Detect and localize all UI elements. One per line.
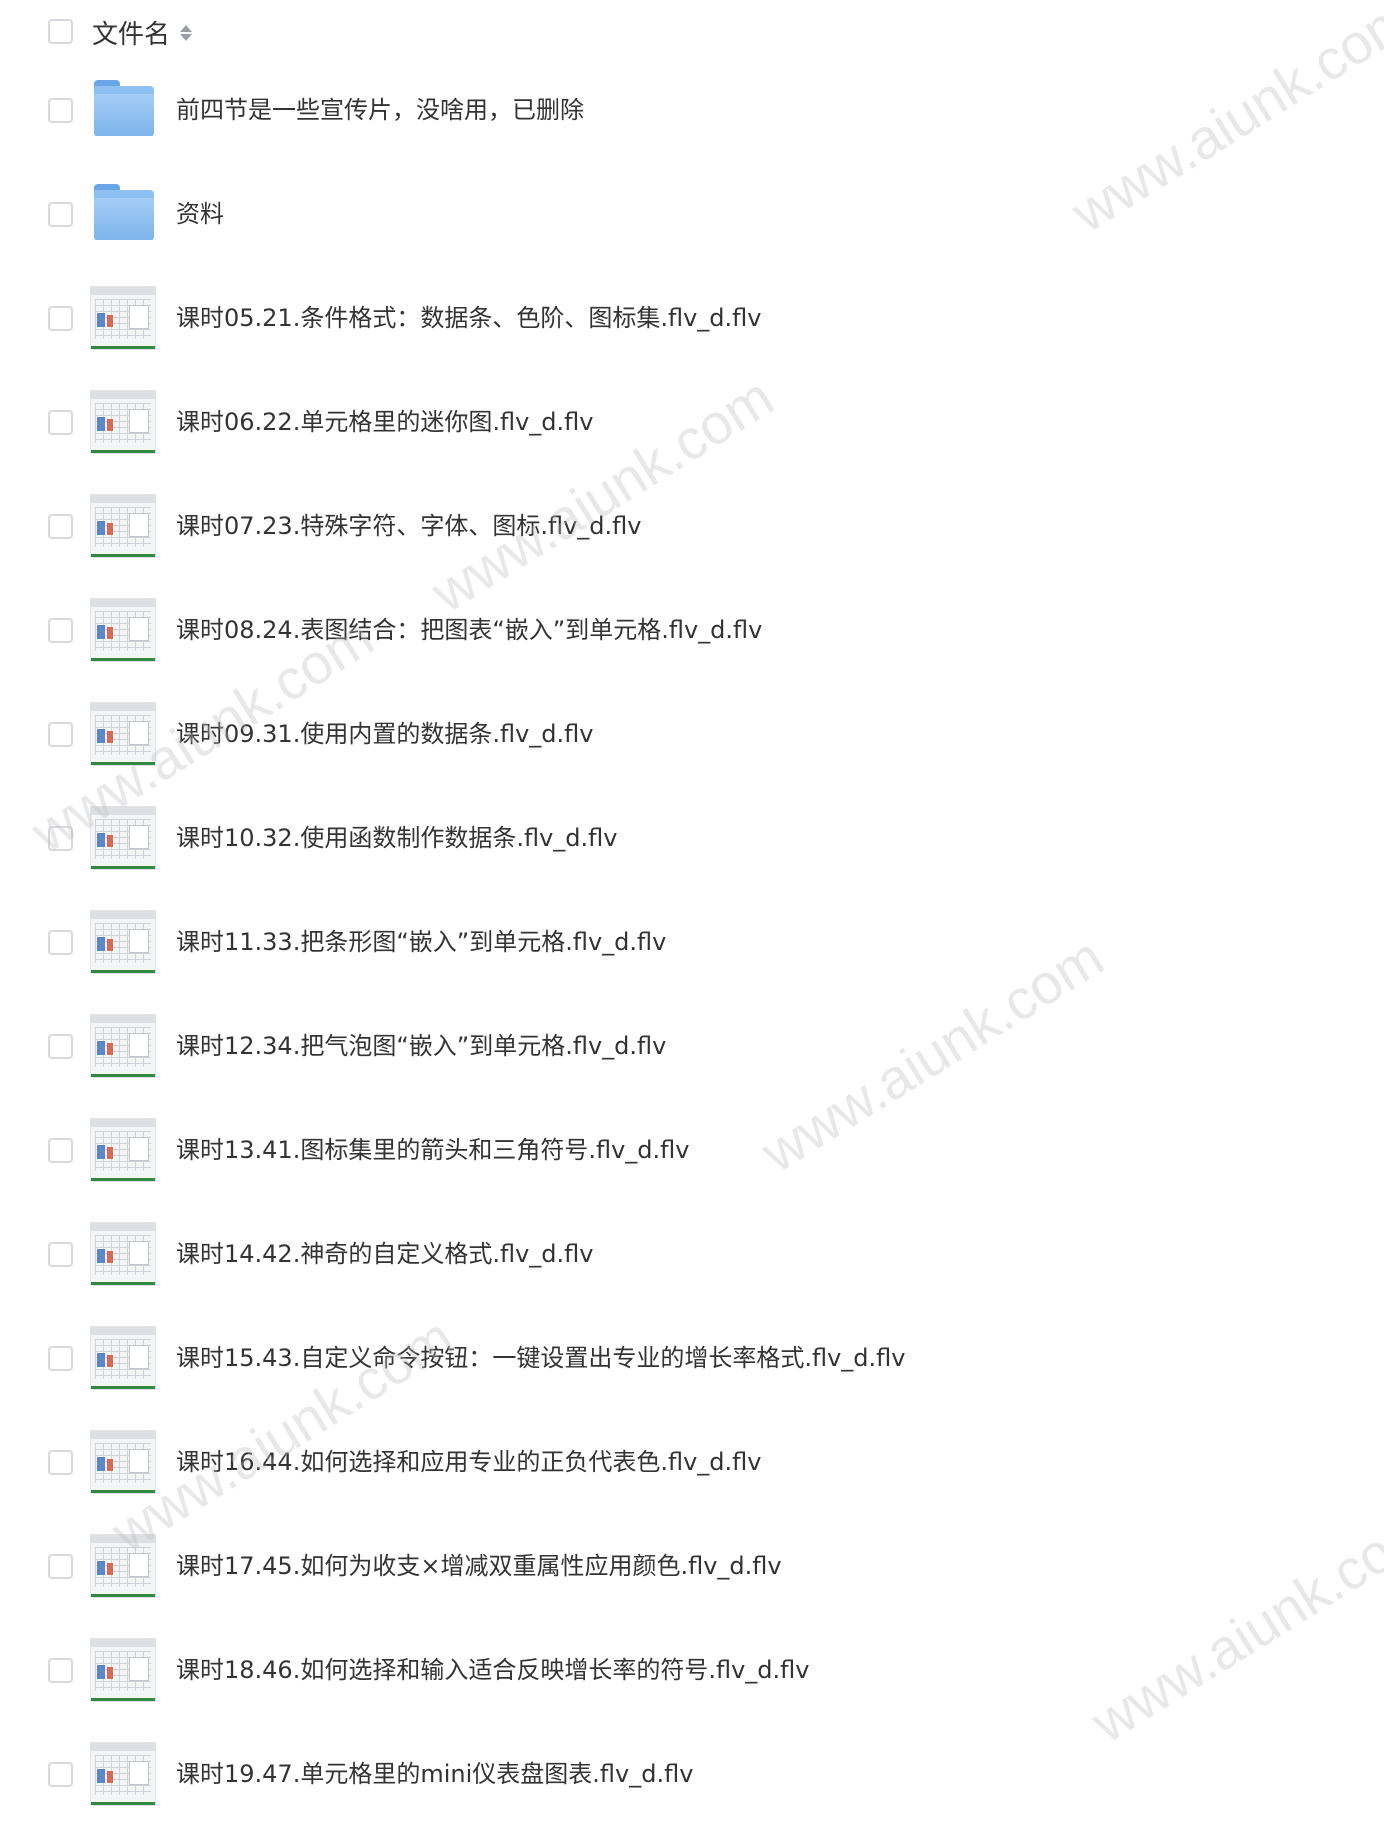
file-row[interactable]: 课时18.46.如何选择和输入适合反映增长率的符号.flv_d.flv [0,1618,1384,1722]
folder-icon [94,184,154,240]
filename-column-label: 文件名 [92,20,171,50]
file-name[interactable]: 课时09.31.使用内置的数据条.flv_d.flv [176,718,593,750]
file-name[interactable]: 课时18.46.如何选择和输入适合反映增长率的符号.flv_d.flv [176,1654,809,1686]
video-thumbnail-icon [90,910,156,974]
filename-column-header[interactable]: 文件名 [92,14,193,51]
file-name[interactable]: 前四节是一些宣传片，没啥用，已删除 [176,94,584,126]
row-checkbox[interactable] [48,202,73,227]
sort-icon[interactable] [180,24,193,41]
file-row[interactable]: 课时06.22.单元格里的迷你图.flv_d.flv [0,370,1384,474]
video-thumbnail-icon [90,806,156,870]
file-name[interactable]: 课时06.22.单元格里的迷你图.flv_d.flv [176,406,593,438]
file-row[interactable]: 课时08.24.表图结合：把图表“嵌入”到单元格.flv_d.flv [0,578,1384,682]
row-checkbox[interactable] [48,306,73,331]
file-row[interactable]: 课时05.21.条件格式：数据条、色阶、图标集.flv_d.flv [0,266,1384,370]
video-thumbnail-icon [90,286,156,350]
file-row[interactable]: 课时16.44.如何选择和应用专业的正负代表色.flv_d.flv [0,1410,1384,1514]
row-checkbox[interactable] [48,514,73,539]
video-thumbnail-icon [90,702,156,766]
file-row[interactable]: 课时07.23.特殊字符、字体、图标.flv_d.flv [0,474,1384,578]
video-thumbnail-icon [90,1326,156,1390]
row-checkbox[interactable] [48,722,73,747]
file-row[interactable]: 课时19.47.单元格里的mini仪表盘图表.flv_d.flv [0,1722,1384,1826]
file-name[interactable]: 课时16.44.如何选择和应用专业的正负代表色.flv_d.flv [176,1446,761,1478]
video-thumbnail-icon [90,1742,156,1806]
video-thumbnail-icon [90,1638,156,1702]
file-name[interactable]: 资料 [176,198,224,230]
row-checkbox[interactable] [48,826,73,851]
file-row[interactable]: 课时12.34.把气泡图“嵌入”到单元格.flv_d.flv [0,994,1384,1098]
row-checkbox[interactable] [48,618,73,643]
file-row[interactable]: 课时10.32.使用函数制作数据条.flv_d.flv [0,786,1384,890]
row-checkbox[interactable] [48,410,73,435]
file-row[interactable]: 课时09.31.使用内置的数据条.flv_d.flv [0,682,1384,786]
video-thumbnail-icon [90,390,156,454]
row-checkbox[interactable] [48,1450,73,1475]
row-checkbox[interactable] [48,1346,73,1371]
file-row[interactable]: 课时15.43.自定义命令按钮：一键设置出专业的增长率格式.flv_d.flv [0,1306,1384,1410]
file-row[interactable]: 课时13.41.图标集里的箭头和三角符号.flv_d.flv [0,1098,1384,1202]
row-checkbox[interactable] [48,98,73,123]
video-thumbnail-icon [90,1222,156,1286]
file-row[interactable]: 课时17.45.如何为收支×增减双重属性应用颜色.flv_d.flv [0,1514,1384,1618]
video-thumbnail-icon [90,1430,156,1494]
row-checkbox[interactable] [48,1554,73,1579]
file-name[interactable]: 课时10.32.使用函数制作数据条.flv_d.flv [176,822,617,854]
row-checkbox[interactable] [48,1034,73,1059]
video-thumbnail-icon [90,1534,156,1598]
file-name[interactable]: 课时14.42.神奇的自定义格式.flv_d.flv [176,1238,593,1270]
select-all-checkbox[interactable] [48,19,73,44]
row-checkbox[interactable] [48,1658,73,1683]
file-name[interactable]: 课时15.43.自定义命令按钮：一键设置出专业的增长率格式.flv_d.flv [176,1342,905,1374]
file-row[interactable]: 课时14.42.神奇的自定义格式.flv_d.flv [0,1202,1384,1306]
file-row[interactable]: 前四节是一些宣传片，没啥用，已删除 [0,58,1384,162]
file-name[interactable]: 课时07.23.特殊字符、字体、图标.flv_d.flv [176,510,641,542]
video-thumbnail-icon [90,1118,156,1182]
file-row[interactable]: 资料 [0,162,1384,266]
video-thumbnail-icon [90,1014,156,1078]
video-thumbnail-icon [90,494,156,558]
file-name[interactable]: 课时12.34.把气泡图“嵌入”到单元格.flv_d.flv [176,1030,666,1062]
file-name[interactable]: 课时13.41.图标集里的箭头和三角符号.flv_d.flv [176,1134,689,1166]
file-row[interactable]: 课时11.33.把条形图“嵌入”到单元格.flv_d.flv [0,890,1384,994]
video-thumbnail-icon [90,598,156,662]
row-checkbox[interactable] [48,1242,73,1267]
file-name[interactable]: 课时11.33.把条形图“嵌入”到单元格.flv_d.flv [176,926,666,958]
file-name[interactable]: 课时19.47.单元格里的mini仪表盘图表.flv_d.flv [176,1758,693,1790]
file-name[interactable]: 课时05.21.条件格式：数据条、色阶、图标集.flv_d.flv [176,302,761,334]
row-checkbox[interactable] [48,1762,73,1787]
file-name[interactable]: 课时08.24.表图结合：把图表“嵌入”到单元格.flv_d.flv [176,614,762,646]
row-checkbox[interactable] [48,1138,73,1163]
row-checkbox[interactable] [48,930,73,955]
file-list-header: 文件名 [0,0,1384,64]
file-name[interactable]: 课时17.45.如何为收支×增减双重属性应用颜色.flv_d.flv [176,1550,782,1582]
folder-icon [94,80,154,136]
